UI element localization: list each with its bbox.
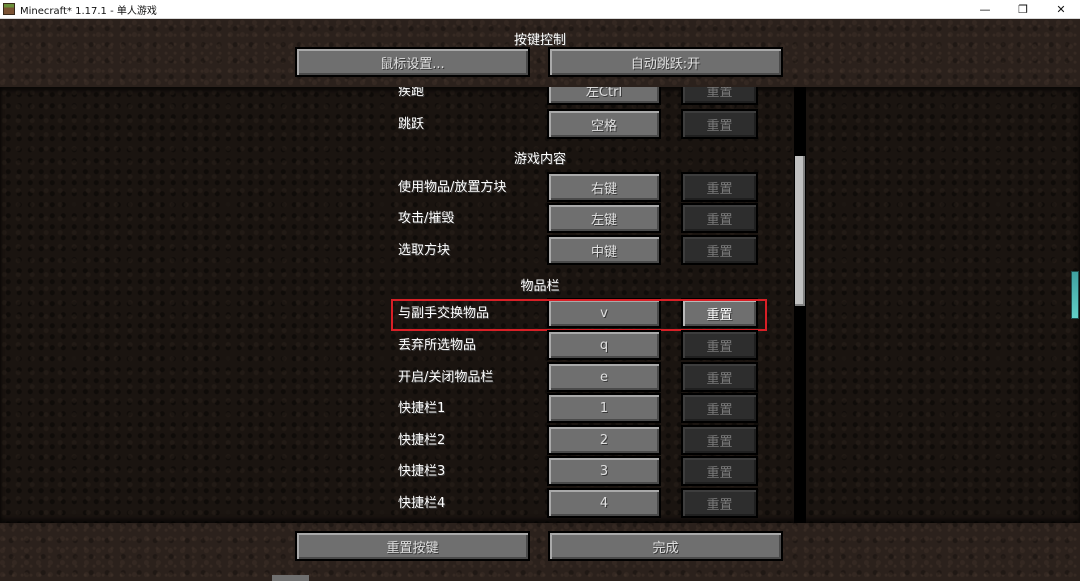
keybind-button-inventory[interactable]: e [547, 362, 661, 392]
keybind-label-hotbar4: 快捷栏4 [398, 496, 446, 511]
keybind-button-attack[interactable]: 左键 [547, 203, 661, 233]
keybind-button-jump[interactable]: 空格 [547, 109, 661, 139]
bottom-partial-element [272, 575, 309, 581]
keybind-label-drop: 丢弃所选物品 [398, 338, 477, 353]
keybind-label-hotbar1: 快捷栏1 [398, 401, 446, 416]
keybind-label-sprint: 疾跑 [398, 87, 425, 99]
maximize-button[interactable]: ❐ [1004, 0, 1042, 18]
window-title-bar: Minecraft* 1.17.1 - 单人游戏 — ❐ ✕ [0, 0, 1080, 19]
keybind-button-hotbar1[interactable]: 1 [547, 393, 661, 423]
reset-button-inventory[interactable]: 重置 [681, 362, 758, 392]
keybind-button-drop[interactable]: q [547, 330, 661, 360]
annotation-highlight-box [391, 299, 767, 331]
screen-title: 按键控制 [513, 33, 566, 48]
category-gameplay: 游戏内容 [513, 152, 566, 167]
edge-scroll-indicator [1071, 271, 1079, 319]
keybind-label-jump: 跳跃 [398, 117, 425, 132]
reset-button-use-item[interactable]: 重置 [681, 172, 758, 202]
done-button[interactable]: 完成 [548, 531, 783, 561]
keybind-label-pick-block: 选取方块 [398, 243, 451, 258]
reset-button-hotbar4[interactable]: 重置 [681, 488, 758, 518]
keybind-list-scroll-thumb[interactable] [795, 156, 805, 306]
keybind-label-attack: 攻击/摧毁 [398, 211, 455, 226]
keybind-button-sprint[interactable]: 左Ctrl [547, 87, 661, 105]
reset-button-pick-block[interactable]: 重置 [681, 235, 758, 265]
keybind-label-use-item: 使用物品/放置方块 [398, 180, 507, 195]
reset-button-attack[interactable]: 重置 [681, 203, 758, 233]
reset-button-hotbar2[interactable]: 重置 [681, 425, 758, 455]
reset-button-jump[interactable]: 重置 [681, 109, 758, 139]
window-controls: — ❐ ✕ [966, 0, 1080, 18]
auto-jump-button[interactable]: 自动跳跃:开 [548, 47, 783, 77]
minimize-button[interactable]: — [966, 0, 1004, 18]
keybind-button-pick-block[interactable]: 中键 [547, 235, 661, 265]
keybind-label-hotbar2: 快捷栏2 [398, 433, 446, 448]
keybind-button-hotbar2[interactable]: 2 [547, 425, 661, 455]
reset-button-sprint[interactable]: 重置 [681, 87, 758, 105]
category-inventory: 物品栏 [520, 279, 560, 294]
keybind-button-hotbar4[interactable]: 4 [547, 488, 661, 518]
reset-button-drop[interactable]: 重置 [681, 330, 758, 360]
reset-all-keys-button[interactable]: 重置按键 [295, 531, 530, 561]
mouse-settings-button[interactable]: 鼠标设置... [295, 47, 530, 77]
close-button[interactable]: ✕ [1042, 0, 1080, 18]
window-title: Minecraft* 1.17.1 - 单人游戏 [20, 5, 157, 17]
reset-button-hotbar3[interactable]: 重置 [681, 456, 758, 486]
keybind-button-hotbar3[interactable]: 3 [547, 456, 661, 486]
keybind-button-use-item[interactable]: 右键 [547, 172, 661, 202]
keybind-label-hotbar3: 快捷栏3 [398, 464, 446, 479]
sprint-row-clip: 疾跑 左Ctrl 重置 [0, 87, 1080, 109]
keybind-label-inventory: 开启/关闭物品栏 [398, 370, 494, 385]
reset-button-hotbar1[interactable]: 重置 [681, 393, 758, 423]
minecraft-app-icon [3, 3, 15, 15]
